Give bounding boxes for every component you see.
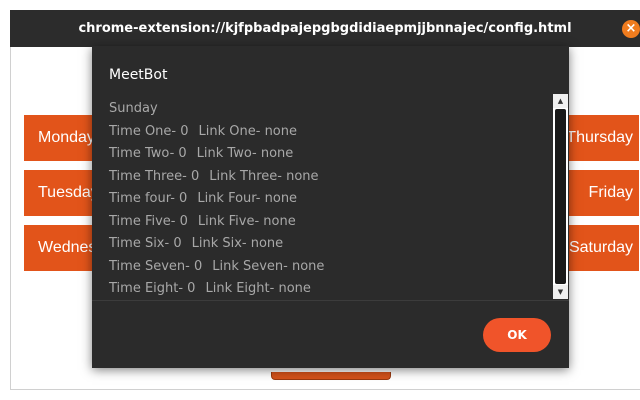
scroll-up-icon[interactable]: ▲: [553, 94, 568, 108]
ok-button[interactable]: OK: [483, 318, 551, 352]
title-bar[interactable]: chrome-extension://kjfpbadpajepgbgdidiae…: [10, 10, 640, 47]
link-value: Link One- none: [198, 123, 297, 139]
link-value: Link Six- none: [191, 236, 284, 251]
link-value: Link Five- none: [197, 213, 296, 229]
scroll-thumb[interactable]: [555, 109, 566, 284]
list-item: Time One- 0 Link One- none: [109, 121, 549, 144]
time-value: Time Two- 0: [109, 146, 187, 161]
close-icon[interactable]: ×: [622, 20, 640, 38]
sunday-button[interactable]: [271, 372, 391, 380]
window-title: chrome-extension://kjfpbadpajepgbgdidiae…: [78, 21, 572, 36]
saturday-button[interactable]: Saturday: [561, 225, 639, 271]
list-item: Time Seven- 0 Link Seven- none: [109, 256, 549, 279]
time-value: Time Five- 0: [109, 213, 188, 229]
link-value: Link Eight- none: [205, 281, 311, 296]
list-item: Time Eight- 0 Link Eight- none: [109, 278, 549, 301]
time-value: Time Six- 0: [109, 236, 182, 251]
link-value: Link Four- none: [197, 191, 298, 206]
list-item: Time Three- 0 Link Three- none: [109, 166, 549, 189]
time-value: Time One- 0: [109, 123, 189, 139]
meetbot-dialog: MeetBot Sunday Time One- 0 Link One- none…: [92, 46, 569, 368]
thursday-button[interactable]: Thursday: [561, 115, 639, 161]
time-value: Time four- 0: [109, 191, 188, 206]
link-value: Link Two- none: [196, 146, 294, 161]
list-item: Time Five- 0 Link Five- none: [109, 211, 549, 234]
list-item: Time four- 0 Link Four- none: [109, 188, 549, 211]
scroll-down-icon[interactable]: ▼: [553, 285, 568, 299]
scrollbar[interactable]: ▲ ▼: [553, 94, 568, 299]
link-value: Link Three- none: [209, 168, 319, 184]
dialog-title: MeetBot: [109, 67, 168, 83]
list-item: Time Six- 0 Link Six- none: [109, 233, 549, 256]
day-heading: Sunday: [109, 101, 158, 116]
friday-button[interactable]: Friday: [561, 170, 639, 216]
time-value: Time Three- 0: [109, 168, 200, 184]
dialog-divider: [92, 300, 569, 301]
time-value: Time Seven- 0: [109, 258, 203, 274]
link-value: Link Seven- none: [212, 258, 325, 274]
time-value: Time Eight- 0: [109, 281, 196, 296]
schedule-list: Sunday Time One- 0 Link One- none Time Tw…: [109, 98, 549, 301]
list-item: Time Two- 0 Link Two- none: [109, 143, 549, 166]
